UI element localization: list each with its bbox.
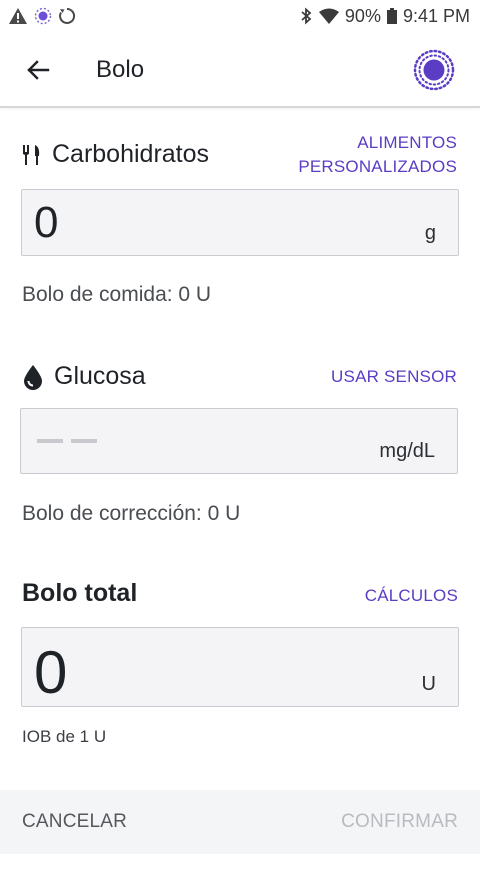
alert-icon <box>9 8 27 24</box>
total-bolus-unit: U <box>421 673 436 695</box>
total-bolus-input[interactable]: 0 U <box>21 627 459 707</box>
status-left-icons <box>8 7 76 25</box>
carbs-title: Carbohidratos <box>52 140 210 168</box>
status-time: 9:41 PM <box>402 6 470 26</box>
carbs-header: Carbohidratos <box>22 140 209 169</box>
iob-text: IOB de 1 U <box>22 727 107 746</box>
pod-status-icon[interactable] <box>412 48 456 92</box>
use-sensor-link[interactable]: USAR SENSOR <box>331 365 457 389</box>
drop-icon <box>24 364 42 390</box>
back-button[interactable] <box>22 54 54 86</box>
arrow-left-icon <box>27 60 50 80</box>
correction-bolus-text: Bolo de corrección: 0 U <box>22 502 241 525</box>
sync-icon <box>34 7 52 25</box>
glucose-input[interactable]: mg/dL <box>20 408 458 474</box>
custom-foods-link-line2: PERSONALIZADOS <box>298 157 457 176</box>
carbs-input[interactable]: 0 g <box>21 189 459 256</box>
total-bolus-header: Bolo total <box>22 579 137 608</box>
confirm-button[interactable]: CONFIRMAR <box>341 811 458 833</box>
status-right: 90% 9:41 PM <box>299 7 470 25</box>
status-bar: 90% 9:41 PM <box>0 0 480 32</box>
page-title: Bolo <box>96 56 145 83</box>
calculations-link[interactable]: CÁLCULOS <box>365 584 458 608</box>
meal-bolus-text: Bolo de comida: 0 U <box>22 283 212 306</box>
carbs-value: 0 <box>34 198 59 247</box>
app-bar: Bolo <box>0 32 480 108</box>
total-bolus-title: Bolo total <box>22 579 138 607</box>
battery-percent: 90% <box>344 6 381 26</box>
action-bar: CANCELAR CONFIRMAR <box>0 790 480 854</box>
glucose-title: Glucosa <box>54 362 146 390</box>
wifi-icon <box>318 8 339 24</box>
glucose-unit: mg/dL <box>379 440 435 462</box>
loop-icon <box>59 7 76 24</box>
bluetooth-icon <box>301 7 312 25</box>
carbs-unit: g <box>424 222 436 244</box>
total-bolus-value: 0 <box>34 639 68 706</box>
glucose-header: Glucosa <box>22 362 146 391</box>
cancel-button[interactable]: CANCELAR <box>22 811 127 833</box>
custom-foods-link[interactable]: ALIMENTOS PERSONALIZADOS <box>298 131 457 179</box>
custom-foods-link-line1: ALIMENTOS <box>357 133 457 152</box>
glucose-empty-placeholder <box>37 439 97 443</box>
fork-knife-icon <box>23 144 40 165</box>
battery-icon <box>386 8 397 24</box>
